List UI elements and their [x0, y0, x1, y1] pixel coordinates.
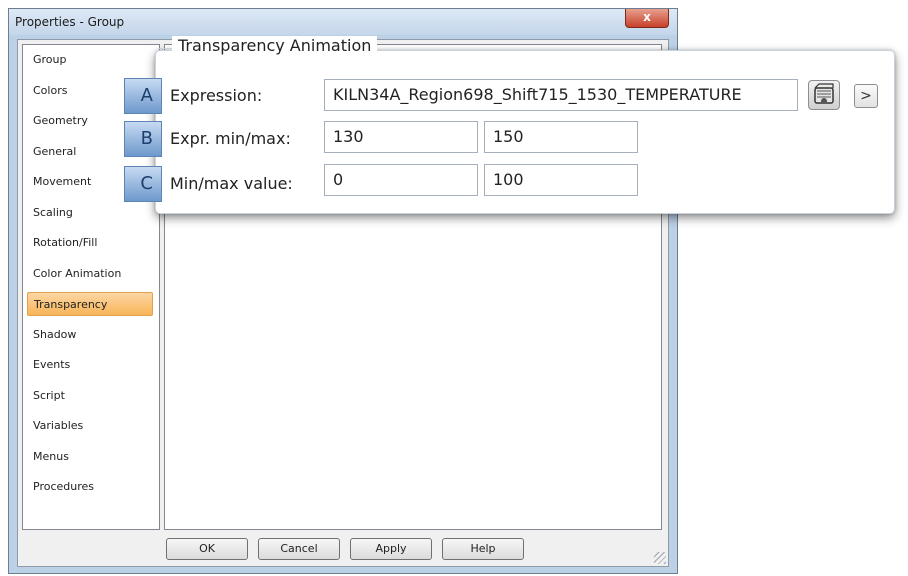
expr-max-field[interactable]: 150 — [484, 121, 638, 153]
resize-grip-icon[interactable] — [654, 552, 666, 564]
callout-badge-b: B — [124, 121, 162, 157]
nav-item-color-animation[interactable]: Color Animation — [27, 262, 153, 286]
callout-badge-a: A — [124, 78, 162, 114]
expand-arrow-button[interactable]: > — [854, 84, 878, 108]
nav-item-rotation-fill[interactable]: Rotation/Fill — [27, 231, 153, 255]
cancel-button[interactable]: Cancel — [258, 538, 340, 560]
expression-field[interactable]: KILN34A_Region698_Shift715_1530_TEMPERAT… — [324, 79, 798, 111]
nav-item-events[interactable]: Events — [27, 353, 153, 377]
callout-badge-c: C — [124, 166, 162, 202]
dialog-button-bar: OK Cancel Apply Help — [22, 534, 662, 562]
nav-item-scaling[interactable]: Scaling — [27, 201, 153, 225]
min-max-value-label: Min/max value: — [170, 174, 293, 193]
ok-button[interactable]: OK — [166, 538, 248, 560]
expr-min-max-label: Expr. min/max: — [170, 129, 291, 148]
tag-browse-icon — [814, 83, 834, 104]
nav-item-variables[interactable]: Variables — [27, 414, 153, 438]
expression-label: Expression: — [170, 86, 263, 105]
close-icon: x — [643, 10, 651, 24]
nav-item-transparency[interactable]: Transparency — [27, 292, 153, 316]
value-min-field[interactable]: 0 — [324, 164, 478, 196]
tag-browse-button[interactable] — [808, 80, 840, 110]
help-button[interactable]: Help — [442, 538, 524, 560]
value-max-field[interactable]: 100 — [484, 164, 638, 196]
window-title: Properties - Group — [15, 15, 125, 29]
apply-button[interactable]: Apply — [350, 538, 432, 560]
expr-min-field[interactable]: 130 — [324, 121, 478, 153]
nav-item-menus[interactable]: Menus — [27, 445, 153, 469]
group-title: Transparency Animation — [172, 36, 378, 55]
nav-item-procedures[interactable]: Procedures — [27, 475, 153, 499]
title-bar[interactable]: Properties - Group x — [9, 9, 677, 35]
chevron-right-icon: > — [860, 88, 872, 104]
close-button[interactable]: x — [625, 9, 669, 28]
category-list: Group Colors Geometry General Movement S… — [22, 44, 160, 530]
nav-item-shadow[interactable]: Shadow — [27, 323, 153, 347]
nav-item-script[interactable]: Script — [27, 384, 153, 408]
nav-item-group[interactable]: Group — [27, 48, 153, 72]
group-box-border — [158, 48, 172, 49]
